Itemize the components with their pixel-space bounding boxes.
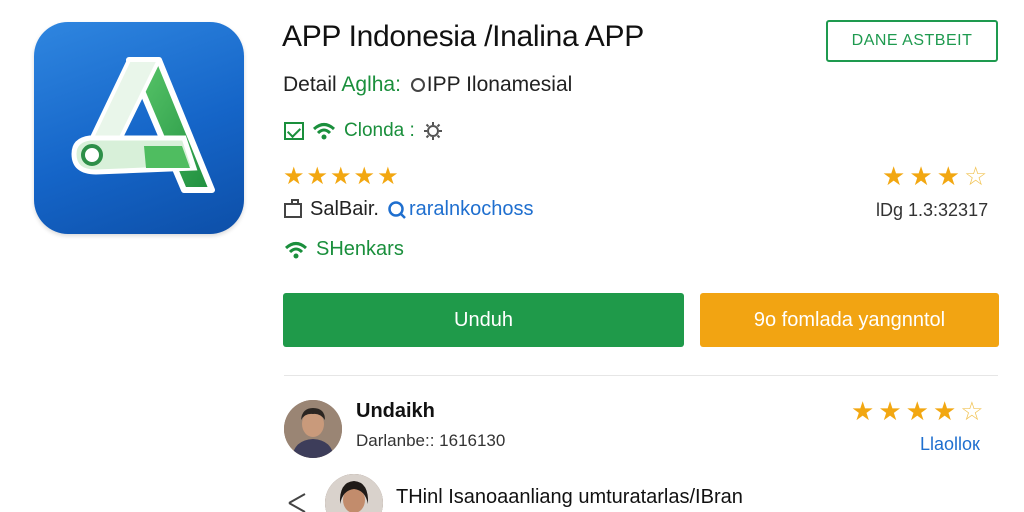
review-link[interactable]: Llaolloк xyxy=(920,434,980,455)
search-icon xyxy=(410,78,425,92)
download-button[interactable]: Unduh xyxy=(283,293,684,347)
share-icon[interactable] xyxy=(285,492,309,512)
subtitle-highlight: Aglha: xyxy=(341,73,401,96)
star-icon: ★ xyxy=(377,163,401,190)
subtitle-prefix: Detail xyxy=(283,73,337,96)
wifi-icon xyxy=(312,123,336,140)
star-icon: ★ xyxy=(330,163,354,190)
app-title: APP Indonesia /Inalina APP xyxy=(282,20,644,53)
review-rating-stars: ★★★★☆ xyxy=(851,398,988,424)
star-icon: ★ xyxy=(353,163,378,190)
right-rating-stars: ★★★☆ xyxy=(882,163,991,189)
star-icon: ★ xyxy=(306,163,331,190)
reviewer-name: Undaikh xyxy=(356,400,435,422)
developer-row[interactable]: Clonda : xyxy=(284,120,443,142)
star-icon: ★ xyxy=(909,161,937,191)
star-outline-icon: ☆ xyxy=(963,161,992,191)
check-box-icon xyxy=(284,122,304,140)
star-icon: ★ xyxy=(851,396,879,426)
star-icon: ★ xyxy=(878,396,906,426)
category-row[interactable]: SHenkars xyxy=(284,238,404,261)
selection-link[interactable]: raralnkochoss xyxy=(387,198,534,221)
package-icon xyxy=(284,199,302,218)
wifi-icon xyxy=(284,241,308,258)
gear-icon[interactable] xyxy=(423,121,443,141)
selection-link-label: raralnkochoss xyxy=(408,198,534,220)
star-icon: ★ xyxy=(882,161,910,191)
star-icon: ★ xyxy=(283,163,307,190)
search-icon xyxy=(388,200,406,219)
reviewer-avatar[interactable] xyxy=(284,400,342,458)
review-date: Darlanbe:: 1616130 xyxy=(356,431,506,450)
selection-label: SalBair. xyxy=(310,198,379,220)
star-icon: ★ xyxy=(905,396,933,426)
app-rating-stars: ★★★★★ xyxy=(283,165,401,189)
secondary-action-button[interactable]: 9o fomlada yangnntol xyxy=(700,293,999,347)
app-logo-icon xyxy=(71,57,215,193)
star-icon: ★ xyxy=(936,161,964,191)
top-action-button[interactable]: DANE ASTBEIT xyxy=(826,20,998,62)
star-outline-icon: ☆ xyxy=(960,396,988,426)
category-label: SHenkars xyxy=(316,238,404,260)
selection-row: SalBair. raralnkochoss xyxy=(284,198,533,221)
review-text: THinl Isanoaanliang umturatarlas/IBran xyxy=(396,486,743,508)
reviewer-avatar-2[interactable] xyxy=(325,474,383,512)
divider xyxy=(284,375,998,376)
developer-name: Clonda : xyxy=(344,120,415,141)
person-photo-icon xyxy=(325,474,383,512)
person-photo-icon xyxy=(284,400,342,458)
app-icon xyxy=(34,22,244,234)
app-meta-info: lDg 1.3:32317 xyxy=(876,200,989,220)
subtitle-rest: IPP Ilonamesial xyxy=(426,73,573,96)
app-subtitle: Detail Aglha: IPP Ilonamesial xyxy=(283,73,572,97)
star-icon: ★ xyxy=(932,396,961,426)
